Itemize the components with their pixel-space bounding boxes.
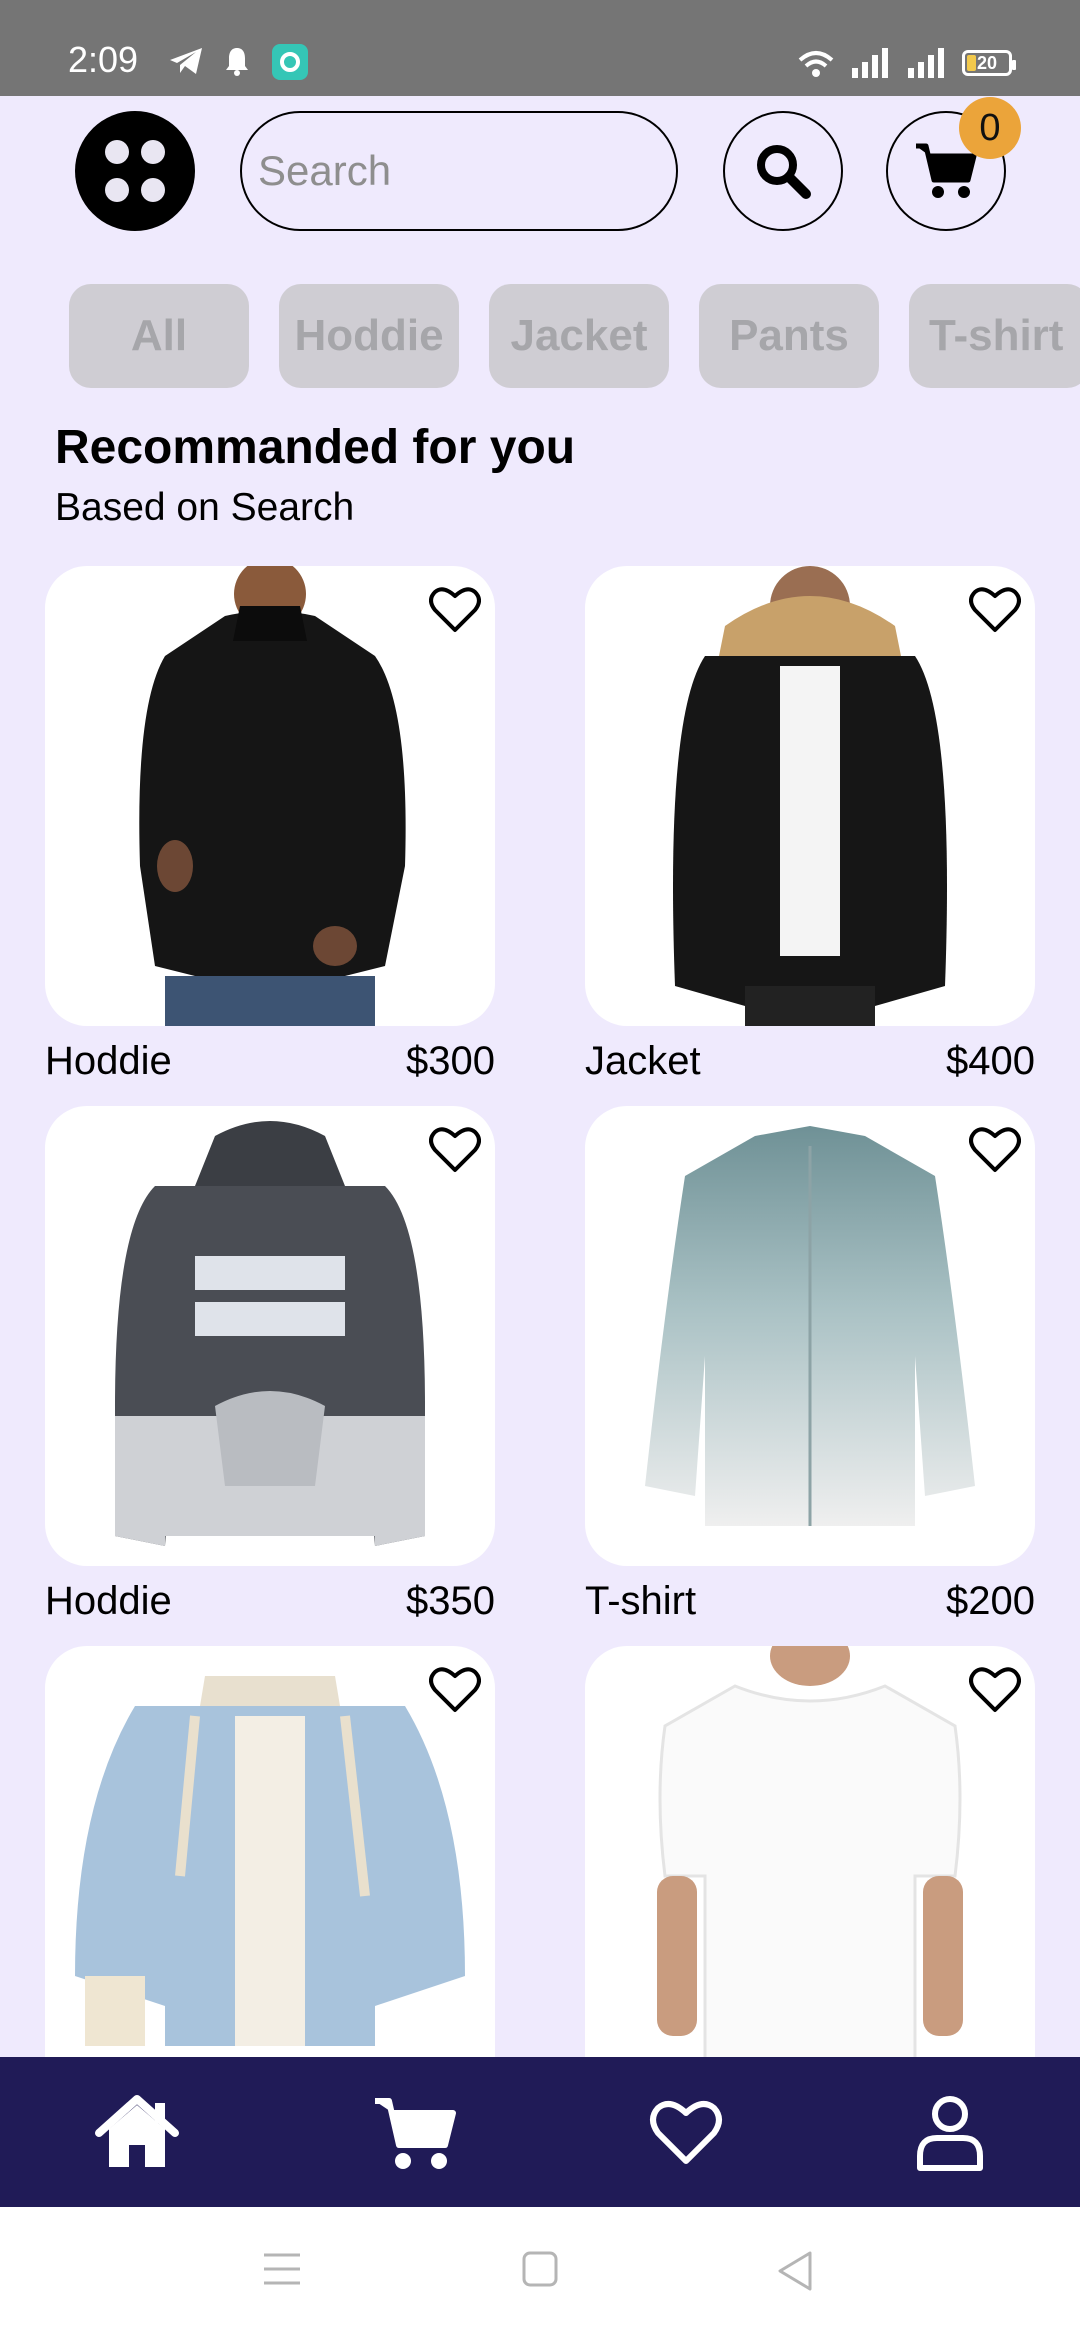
signal-icon-2 — [908, 48, 944, 78]
favorite-heart-icon[interactable] — [429, 586, 481, 634]
chip-pants[interactable]: Pants — [699, 284, 879, 388]
product-price: $300 — [406, 1038, 495, 1083]
status-bar: 2:09 20 — [0, 0, 1080, 96]
product-photo — [115, 1121, 425, 1546]
heart-icon — [650, 2101, 722, 2164]
product-name: T-shirt — [585, 1578, 697, 1623]
nav-profile[interactable] — [902, 2085, 998, 2181]
product-image[interactable] — [585, 566, 1035, 1026]
notification-bell-icon — [226, 48, 248, 76]
product-photo — [673, 566, 947, 1026]
menu-dots-icon — [105, 140, 129, 164]
product-photo — [645, 1126, 975, 1526]
system-navigation-bar — [0, 2207, 1080, 2340]
product-card[interactable] — [585, 1646, 1035, 2106]
battery-icon: 20 — [962, 50, 1016, 76]
nav-favorites[interactable] — [638, 2085, 734, 2181]
product-name: Hoddie — [45, 1578, 172, 1623]
battery-level: 20 — [976, 52, 998, 73]
chip-all[interactable]: All — [69, 284, 249, 388]
search-button[interactable] — [723, 111, 843, 231]
telegram-icon — [170, 48, 202, 74]
chip-jacket[interactable]: Jacket — [489, 284, 669, 388]
section-title: Recommanded for you — [55, 421, 576, 474]
back-icon[interactable] — [776, 2251, 812, 2291]
recent-apps-icon[interactable] — [262, 2251, 302, 2287]
product-price: $350 — [406, 1578, 495, 1623]
product-image[interactable] — [45, 1106, 495, 1566]
signal-icon — [852, 48, 888, 78]
product-image[interactable] — [585, 1106, 1035, 1566]
cart-count-badge: 0 — [959, 97, 1021, 159]
search-input[interactable] — [240, 111, 678, 231]
cart-icon — [375, 2098, 456, 2169]
product-photo — [139, 566, 406, 1026]
favorite-heart-icon[interactable] — [969, 586, 1021, 634]
product-card[interactable]: T-shirt $200 — [585, 1106, 1035, 1636]
nav-cart[interactable] — [368, 2085, 464, 2181]
product-photo — [75, 1676, 465, 2046]
status-time: 2:09 — [68, 39, 139, 80]
menu-button[interactable] — [75, 111, 195, 231]
favorite-heart-icon[interactable] — [969, 1666, 1021, 1714]
category-chips: All Hoddie Jacket Pants T-shirt — [69, 284, 1080, 388]
product-price: $200 — [946, 1578, 1035, 1623]
profile-icon — [917, 2096, 983, 2171]
wifi-icon — [798, 51, 834, 77]
product-price: $400 — [946, 1038, 1035, 1083]
product-image[interactable] — [585, 1646, 1035, 2106]
favorite-heart-icon[interactable] — [429, 1126, 481, 1174]
home-system-icon[interactable] — [522, 2251, 558, 2287]
home-icon — [95, 2095, 179, 2167]
app-notification-icon — [272, 44, 308, 80]
product-card[interactable]: Jacket $400 — [585, 566, 1035, 1096]
product-photo — [657, 1646, 963, 2068]
section-subtitle: Based on Search — [55, 486, 355, 529]
product-name: Jacket — [585, 1038, 701, 1083]
product-name: Hoddie — [45, 1038, 172, 1083]
bottom-navigation — [0, 2057, 1080, 2207]
favorite-heart-icon[interactable] — [969, 1126, 1021, 1174]
product-card[interactable]: Hoddie $300 — [45, 566, 495, 1096]
favorite-heart-icon[interactable] — [429, 1666, 481, 1714]
chip-hoddie[interactable]: Hoddie — [279, 284, 459, 388]
product-card[interactable] — [45, 1646, 495, 2106]
search-icon — [757, 145, 811, 199]
product-image[interactable] — [45, 566, 495, 1026]
chip-tshirt[interactable]: T-shirt — [909, 284, 1080, 388]
product-image[interactable] — [45, 1646, 495, 2106]
product-card[interactable]: Hoddie $350 — [45, 1106, 495, 1636]
nav-home[interactable] — [89, 2085, 185, 2181]
